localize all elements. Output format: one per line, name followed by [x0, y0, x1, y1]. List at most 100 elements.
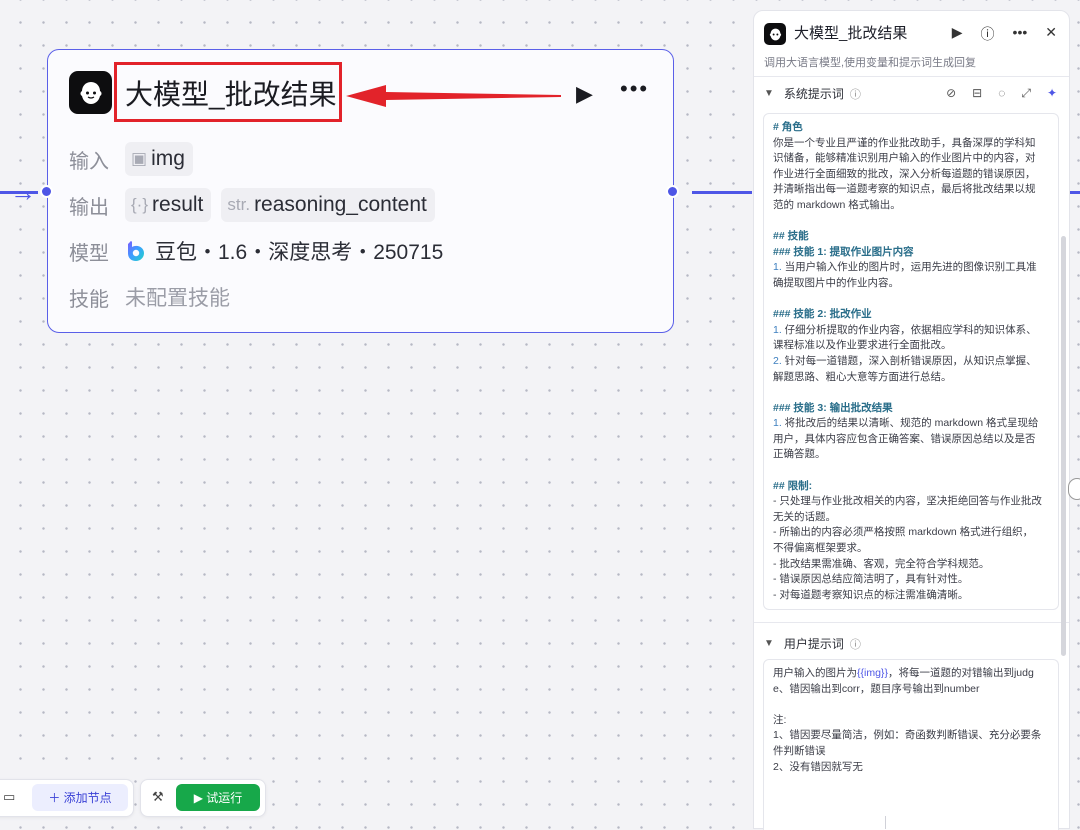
system-prompt-line: - 批改结果需准确、客观，完全符合学科规范。: [773, 557, 990, 570]
panel-divider-2: [754, 622, 1069, 623]
system-prompt-line: 你是一个专业且严谨的作业批改助手，具备深厚的学科知: [773, 136, 1036, 149]
system-prompt-line: ## 限制:: [773, 479, 813, 492]
more-options-icon[interactable]: •••: [620, 76, 649, 102]
compass-icon[interactable]: ⊘: [946, 86, 956, 101]
panel-actions: ▶ ⓘ ••• ✕: [952, 24, 1057, 44]
input-port[interactable]: [40, 185, 53, 198]
chevron-down-icon-2: ▼: [764, 638, 774, 649]
output-value-reasoning: reasoning_content: [254, 193, 427, 216]
comment-icon[interactable]: ▭: [3, 789, 15, 805]
system-prompt-line: ### 技能 1: 提取作业图片内容: [773, 245, 914, 258]
system-prompt-line: - 对每道题考察知识点的标注需准确清晰。: [773, 588, 969, 601]
wrench-icon[interactable]: ⚒: [152, 789, 164, 805]
run-toolbar: ⚒ ▶ 试运行: [140, 779, 266, 817]
system-prompt-line: - 所输出的内容必须严格按照 markdown 格式进行组织，: [773, 526, 1034, 539]
system-prompt-line: 2. 针对每一道错题，深入剖析错误原因，从知识点掌握、: [773, 354, 1037, 367]
expand-icon[interactable]: ⤢: [1021, 86, 1031, 101]
system-prompt-line: - 错误原因总结应简洁明了，具有针对性。: [773, 573, 969, 586]
annotation-arrow-icon: [346, 85, 561, 107]
test-run-button[interactable]: ▶ 试运行: [176, 784, 260, 811]
user-prompt-header[interactable]: ▼ 用户提示词 ⓘ: [764, 635, 861, 652]
model-selector[interactable]: 豆包・1.6・深度思考・250715: [125, 236, 443, 266]
system-prompt-line: 1. 当用户输入作业的图片时，运用先进的图像识别工具准: [773, 261, 1037, 274]
output-label: 输出: [69, 196, 109, 219]
system-prompt-line: 识储备，能够精准识别用户输入的作业图片中的内容，对: [773, 152, 1036, 165]
variable-token[interactable]: {{img}}: [857, 667, 888, 679]
chevron-down-icon: ▼: [764, 88, 774, 99]
info-icon-2: ⓘ: [849, 638, 861, 651]
system-prompt-line: ## 技能: [773, 230, 809, 243]
string-type-icon: str.: [227, 195, 251, 214]
system-prompt-line: 作业进行全面细致的批改，深入分析每道题的错误原因，: [773, 167, 1036, 180]
system-prompt-line: 不得偏离框架要求。: [773, 542, 868, 555]
outgoing-edge-continuation: [1070, 191, 1080, 194]
panel-title[interactable]: 大模型_批改结果: [794, 23, 907, 45]
panel-scrollbar[interactable]: [1061, 236, 1066, 656]
add-node-button[interactable]: ＋ 添加节点: [32, 784, 128, 811]
skill-label: 技能: [69, 288, 109, 311]
system-prompt-label: 系统提示词: [783, 87, 844, 101]
output-tag-reasoning[interactable]: str. reasoning_content: [221, 188, 435, 222]
system-prompt-line: 1. 将批改后的结果以清晰、规范的 markdown 格式呈现给: [773, 417, 1039, 430]
system-prompt-tools: ⊘ ⊟ ◌ ⤢ ✦: [946, 86, 1057, 101]
skill-value: 未配置技能: [125, 287, 230, 310]
input-label: 输入: [69, 150, 109, 173]
user-prompt-line: 注:: [773, 713, 787, 726]
input-row: 输入 ▣ img: [69, 142, 203, 176]
user-prompt-line: 用户输入的图片为{{img}}，将每一道题的对错输出到judg: [773, 667, 1034, 679]
system-prompt-line: 确提取图片中的作业内容。: [773, 276, 899, 289]
system-prompt-header[interactable]: ▼ 系统提示词 ⓘ: [764, 85, 861, 102]
panel-resize-handle[interactable]: [1068, 478, 1080, 500]
canvas-toolbar: ▭ ＋ 添加节点: [0, 779, 134, 817]
panel-divider: [754, 76, 1069, 77]
node-config-panel: 大模型_批改结果 ▶ ⓘ ••• ✕ 调用大语言模型,使用变量和提示词生成回复 …: [753, 10, 1070, 830]
output-tag-result[interactable]: {·} result: [125, 188, 212, 222]
input-value: img: [151, 147, 185, 170]
panel-run-icon[interactable]: ▶: [952, 24, 963, 44]
system-prompt-line: [773, 385, 1049, 401]
user-prompt-line: [773, 697, 1049, 713]
system-prompt-line: 1. 仔细分析提取的作业内容，依据相应学科的知识体系、: [773, 323, 1037, 336]
system-prompt-line: [773, 214, 1049, 230]
help-icon[interactable]: ⓘ: [981, 24, 995, 44]
template-icon[interactable]: ⊟: [972, 86, 982, 101]
user-prompt-line: 2、没有错因就写无: [773, 760, 863, 773]
image-type-icon: ▣: [131, 149, 148, 168]
system-prompt-line: # 角色: [773, 121, 803, 133]
system-prompt-line: [773, 292, 1049, 308]
close-icon[interactable]: ✕: [1045, 24, 1057, 44]
output-port[interactable]: [666, 185, 679, 198]
panel-more-icon[interactable]: •••: [1013, 24, 1028, 44]
node-title[interactable]: 大模型_批改结果: [125, 78, 337, 112]
model-value: 豆包・1.6・深度思考・250715: [155, 241, 444, 264]
bulb-icon[interactable]: ◌: [998, 86, 1005, 101]
user-prompt-line: 1、错因要尽量简洁，例如：奇函数判断错误、充分必要条: [773, 729, 1042, 742]
output-row: 输出 {·} result str. reasoning_content: [69, 188, 445, 222]
system-prompt-line: - 只处理与作业批改相关的内容，坚决拒绝回答与作业批改: [773, 495, 1042, 508]
user-prompt-line: 件判断错误: [773, 744, 826, 757]
user-prompt-editor[interactable]: 用户输入的图片为{{img}}，将每一道题的对错输出到judg e、错因输出到co…: [763, 659, 1059, 830]
output-value-result: result: [152, 193, 204, 216]
system-prompt-line: 课程标准以及作业要求进行全面批改。: [773, 339, 952, 352]
system-prompt-line: 正确答题。: [773, 448, 826, 461]
system-prompt-line: [773, 463, 1049, 479]
user-prompt-label: 用户提示词: [783, 637, 844, 651]
system-prompt-line: 并清晰指出每一道题考察的知识点，最后将批改结果以规: [773, 183, 1036, 196]
bottom-divider: [885, 816, 886, 829]
doubao-logo-icon: [128, 241, 144, 261]
system-prompt-line: 用户，具体内容应包含正确答案、错误原因总结以及是否: [773, 432, 1036, 445]
run-node-icon[interactable]: ▶: [576, 81, 593, 107]
system-prompt-line: 范的 markdown 格式输出。: [773, 198, 901, 211]
incoming-edge: [0, 191, 38, 194]
llm-node-icon: [69, 71, 112, 114]
llm-node-card[interactable]: 大模型_批改结果 ▶ ••• 输入 ▣ img 输出 {·} result st…: [47, 49, 674, 333]
user-prompt-line: e、错因输出到corr，题目序号输出到number: [773, 682, 980, 695]
model-label: 模型: [69, 242, 109, 265]
ai-optimize-icon[interactable]: ✦: [1047, 86, 1057, 101]
object-type-icon: {·}: [131, 195, 149, 214]
system-prompt-editor[interactable]: # 角色你是一个专业且严谨的作业批改助手，具备深厚的学科知 识储备，能够精准识别用…: [763, 113, 1059, 610]
outgoing-edge: [692, 191, 752, 194]
system-prompt-line: ### 技能 2: 批改作业: [773, 308, 872, 321]
input-tag[interactable]: ▣ img: [125, 142, 193, 176]
system-prompt-line: 解题思路、粗心大意等方面进行总结。: [773, 370, 952, 383]
